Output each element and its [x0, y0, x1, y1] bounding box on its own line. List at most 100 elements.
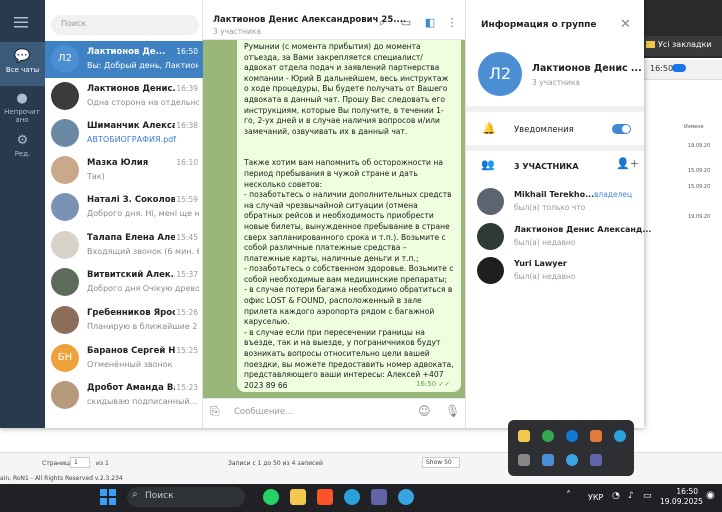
- member-name: Yuri Lawyer: [514, 259, 567, 268]
- member-name: Mikhail Terekho...: [514, 190, 595, 199]
- chat-list-item[interactable]: Мазка Юлия 16:10 Так): [45, 152, 203, 189]
- clock[interactable]: 16:50 19.09.2025: [660, 487, 703, 507]
- chat-list-item[interactable]: Лактионов Денис... 16:39 Одна сторона на о…: [45, 78, 203, 115]
- windows-start-icon[interactable]: [100, 489, 116, 505]
- attach-icon[interactable]: ⎘: [210, 404, 220, 419]
- add-member-icon[interactable]: 👤+: [616, 157, 639, 170]
- edge-tray-icon[interactable]: [566, 454, 578, 466]
- group-name: Лактионов Денис ...: [532, 63, 642, 74]
- avatar: [51, 82, 79, 110]
- chat-time: 16:50: [176, 47, 198, 56]
- clock-date: 19.09.2025: [660, 497, 703, 506]
- avatar: [477, 188, 504, 215]
- group-avatar[interactable]: Л2: [478, 52, 522, 96]
- chat-list-item[interactable]: Наталі З. Соколова 15:59 Доброго дня. Ні, …: [45, 189, 203, 226]
- chat-list-item[interactable]: Витвитский Алек... 15:37 Доброго дня Очіку…: [45, 264, 203, 301]
- folder-all-chats[interactable]: 💬 Все чаты: [0, 50, 45, 75]
- close-icon[interactable]: ✕: [620, 17, 631, 32]
- page-input[interactable]: 1: [70, 457, 90, 468]
- chat-preview: Доброго дня Очікую древо: [87, 284, 199, 293]
- telegram-tray-icon[interactable]: [614, 430, 626, 442]
- chat-list-item[interactable]: БН Баранов Сергей Н...15:25Отменённый зво…: [45, 340, 203, 377]
- chat-preview: Так): [87, 172, 105, 181]
- chat-list-item[interactable]: Гребенников Яросла...15:26 Планирую в бли…: [45, 302, 203, 339]
- chat-time: 15:25: [176, 346, 198, 355]
- taskbar-search[interactable]: Поиск: [127, 487, 245, 507]
- chat-preview: Входящий звонок (6 мин. 6 ...: [87, 247, 199, 256]
- divider: [466, 106, 644, 112]
- file-explorer-icon[interactable]: [290, 489, 306, 505]
- search-input[interactable]: Поиск: [51, 15, 199, 35]
- wifi-icon[interactable]: ◔: [612, 491, 620, 501]
- brave-icon[interactable]: [317, 489, 333, 505]
- onedrive-icon[interactable]: [566, 430, 578, 442]
- teams-icon[interactable]: [371, 489, 387, 505]
- whatsapp-icon[interactable]: [263, 489, 279, 505]
- network-tray-icon[interactable]: [542, 454, 554, 466]
- background-toggle[interactable]: [672, 64, 686, 72]
- microphone-tray-icon[interactable]: [518, 454, 530, 466]
- clock-time: 16:50: [676, 487, 698, 496]
- chat-time: 15:23: [176, 383, 198, 392]
- page-size-select[interactable]: Show 50: [422, 457, 460, 468]
- members-label: 3 УЧАСТНИКА: [514, 162, 579, 171]
- sidebar-toggle-icon[interactable]: ◧: [424, 17, 436, 29]
- edge-icon[interactable]: [398, 489, 414, 505]
- avatar: [51, 306, 79, 334]
- folder-unread[interactable]: ● Непрочит ано: [2, 91, 42, 125]
- chat-list-item[interactable]: Л2 Лактионов Де... 16:50 Вы: Добрый день, Л…: [45, 41, 203, 78]
- member-item[interactable]: Лактионов Денис Александ... был(а) недавн…: [466, 220, 651, 254]
- member-item[interactable]: Yuri Lawyer был(а) недавно: [466, 254, 644, 288]
- chrome-icon[interactable]: [542, 430, 554, 442]
- notifications-toggle[interactable]: [612, 124, 631, 134]
- panel-title: Информация о группе: [481, 20, 597, 30]
- bookmarks-bar[interactable]: Усі закладки: [640, 36, 722, 56]
- avatar: [51, 268, 79, 296]
- chat-preview: Планирую в ближайшие 2 ...: [87, 322, 199, 331]
- chat-name: Лактионов Де...: [87, 47, 166, 57]
- notifications-icon[interactable]: ◉: [706, 490, 715, 501]
- microphone-icon[interactable]: 🎙: [445, 404, 460, 418]
- app-icon[interactable]: [590, 430, 602, 442]
- notifications-label: Уведомления: [514, 125, 574, 135]
- chat-time: 15:59: [176, 195, 198, 204]
- battery-icon[interactable]: ▭: [643, 491, 652, 501]
- emoji-icon[interactable]: ☺: [418, 404, 431, 418]
- chat-name: Талапа Елена Але...: [87, 233, 175, 243]
- message-bubble[interactable]: Румынии (с момента прибытия) до момента …: [237, 40, 461, 392]
- avatar: [51, 193, 79, 221]
- column-header: Измене: [684, 124, 704, 130]
- message-input[interactable]: Сообщение...: [234, 407, 293, 417]
- tray-overflow-popup: [508, 420, 634, 476]
- chat-list-item[interactable]: Талапа Елена Але...15:45 Входящий звонок …: [45, 227, 203, 264]
- folder-edit[interactable]: ⚙ Ред.: [0, 134, 45, 159]
- sheet-cell: 15.09.20: [688, 184, 711, 190]
- teams-tray-icon[interactable]: [590, 454, 602, 466]
- menu-icon[interactable]: [14, 16, 30, 28]
- topics-icon[interactable]: ▭: [400, 17, 412, 29]
- unread-icon: ●: [16, 91, 28, 106]
- keyboard-language[interactable]: УКР: [588, 493, 603, 502]
- more-icon[interactable]: ⋮: [446, 17, 458, 29]
- chat-time: 15:26: [176, 308, 198, 317]
- chat-preview: Вы: Добрый день, Лактион...: [87, 61, 199, 70]
- avatar: Л2: [51, 45, 79, 73]
- chat-preview: скидываю подписанный...: [87, 397, 198, 406]
- member-item[interactable]: Mikhail Terekho... был(а) только что владе…: [466, 185, 644, 219]
- sheet-cell: 19.09.20: [688, 214, 711, 220]
- search-icon: ⌕: [132, 489, 138, 500]
- message-text: Также хотим вам напомнить об осторожност…: [244, 158, 454, 390]
- chevron-up-icon[interactable]: ˄: [566, 490, 571, 501]
- chat-name: Наталі З. Соколова: [87, 195, 175, 205]
- chat-list-item[interactable]: Дробот Аманда Влад...15:23 скидываю подпи…: [45, 377, 203, 414]
- telegram-icon[interactable]: [344, 489, 360, 505]
- divider: [466, 145, 644, 151]
- sticky-notes-icon[interactable]: [518, 430, 530, 442]
- member-status: был(а) только что: [514, 203, 586, 212]
- chat-list-item[interactable]: Шиманчик Александ...16:38 АВТОБИОГРАФИЯ.p…: [45, 115, 203, 152]
- search-icon[interactable]: ⌕: [376, 17, 388, 29]
- volume-icon[interactable]: ♪: [628, 491, 634, 501]
- avatar: [477, 223, 504, 250]
- avatar: БН: [51, 344, 79, 372]
- folder-label: Все чаты: [5, 66, 40, 74]
